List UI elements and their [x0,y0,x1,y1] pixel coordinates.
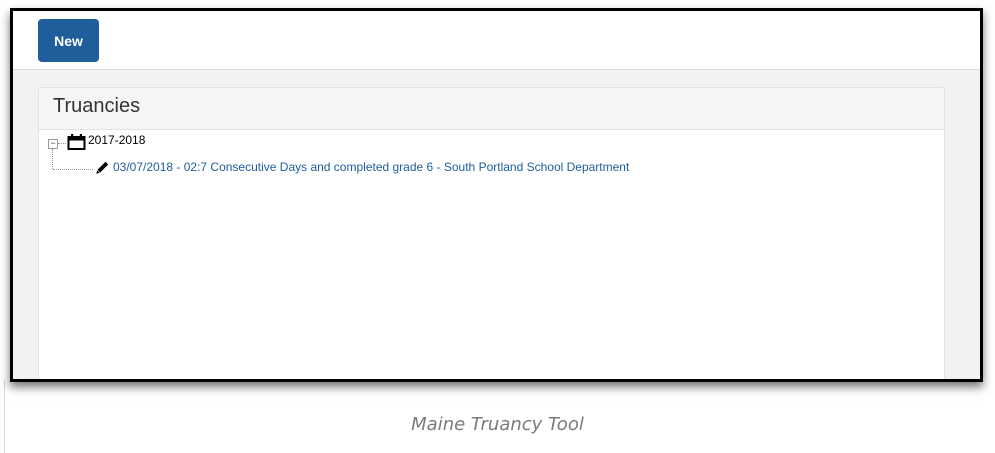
screenshot-frame: New Truancies − 2017-2018 03/07/2018 - 0… [10,8,983,382]
truancies-panel: Truancies − 2017-2018 03/07/2018 - 02:7 … [38,87,945,379]
toolbar: New [13,11,980,70]
tree-connector [53,169,93,170]
tree-connector [58,143,66,144]
tree-node-year[interactable]: 2017-2018 [88,133,145,147]
pencil-icon [96,161,109,174]
figure-caption: Maine Truancy Tool [411,414,584,435]
calendar-icon [67,134,86,150]
truancy-record-link[interactable]: 03/07/2018 - 02:7 Consecutive Days and c… [113,160,629,174]
collapse-toggle-icon[interactable]: − [48,139,58,149]
panel-header: Truancies [39,88,944,130]
new-button[interactable]: New [38,19,99,62]
panel-title: Truancies [53,95,141,117]
tree-connector [52,149,53,169]
truancy-tree: − 2017-2018 03/07/2018 - 02:7 Consecutiv… [39,130,944,379]
